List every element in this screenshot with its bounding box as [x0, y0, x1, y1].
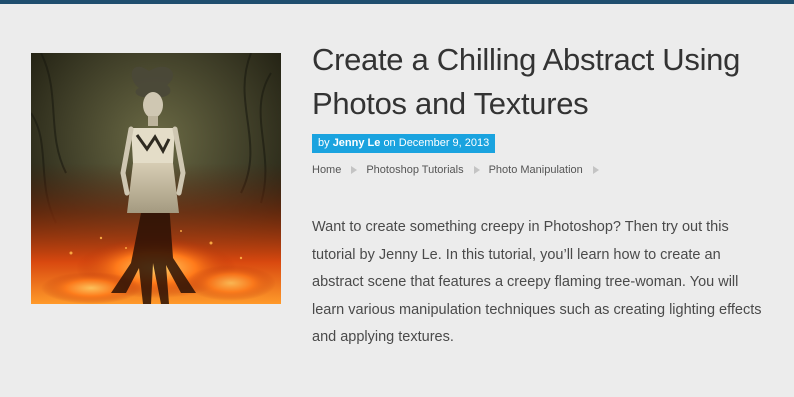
triangle-right-icon — [351, 166, 358, 174]
breadcrumb-home[interactable]: Home — [312, 163, 341, 177]
top-accent-bar — [0, 0, 794, 4]
article-excerpt: Want to create something creepy in Photo… — [312, 219, 762, 345]
breadcrumb-photoshop-tutorials[interactable]: Photoshop Tutorials — [366, 163, 463, 177]
breadcrumb-photo-manipulation[interactable]: Photo Manipulation — [489, 163, 583, 177]
article-title[interactable]: Create a Chilling Abstract Using Photos … — [312, 38, 782, 126]
publish-date: December 9, 2013 — [398, 137, 490, 149]
triangle-right-icon — [592, 166, 599, 174]
breadcrumb: Home Photoshop Tutorials Photo Manipulat… — [312, 163, 608, 177]
byline-badge: by Jenny Le on December 9, 2013 — [312, 134, 496, 153]
author-link[interactable]: Jenny Le — [333, 137, 381, 149]
flaming-tree-woman-image — [31, 53, 281, 304]
byline-prefix: by — [318, 137, 330, 149]
triangle-right-icon — [473, 166, 480, 174]
article-thumbnail[interactable] — [31, 53, 281, 304]
byline-date-prefix: on — [383, 137, 396, 149]
